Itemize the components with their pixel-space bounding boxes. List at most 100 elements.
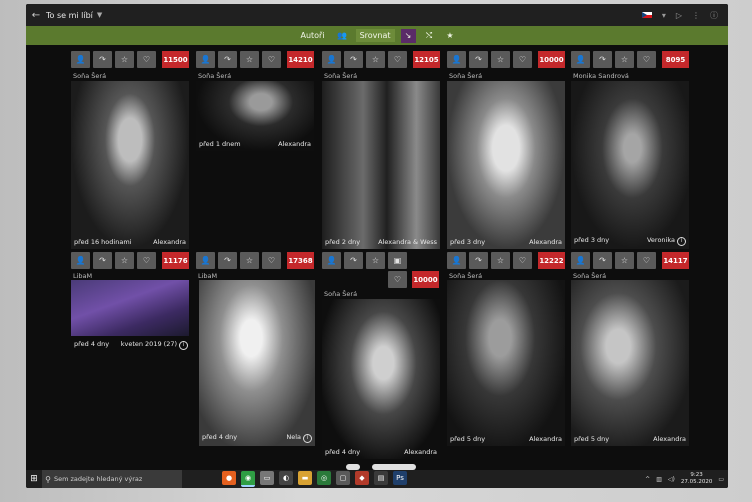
- help-icon[interactable]: ⓘ: [710, 10, 718, 21]
- user-icon[interactable]: 👤: [447, 252, 466, 269]
- star-icon[interactable]: ☆: [615, 51, 634, 68]
- app-icon[interactable]: ▤: [374, 471, 388, 485]
- network-icon[interactable]: ▥: [656, 476, 662, 483]
- photo-thumbnail[interactable]: před 5 dny Alexandra: [447, 280, 565, 446]
- photo-card[interactable]: 👤 ↷ ☆ ▣ ♡ 10000 Soňa Šerá před 4 dny Ale…: [322, 252, 442, 462]
- sort-direction-icon[interactable]: ↘: [400, 28, 416, 43]
- chevron-up-icon[interactable]: ^: [645, 476, 650, 483]
- play-icon[interactable]: ▷: [676, 11, 682, 20]
- info-icon[interactable]: i: [179, 341, 188, 350]
- author-name[interactable]: LibaM: [73, 272, 92, 280]
- photo-thumbnail[interactable]: před 16 hodinami Alexandra: [71, 81, 189, 249]
- authors-button[interactable]: Autoři: [296, 29, 328, 42]
- star-icon[interactable]: ★: [443, 29, 458, 43]
- sort-button[interactable]: Srovnat: [355, 29, 395, 42]
- heart-icon[interactable]: ♡: [137, 51, 156, 68]
- star-icon[interactable]: ☆: [491, 51, 510, 68]
- app-icon[interactable]: ◎: [317, 471, 331, 485]
- author-name[interactable]: LibaM: [198, 272, 217, 280]
- user-icon[interactable]: 👤: [322, 252, 341, 269]
- photo-thumbnail[interactable]: [71, 280, 189, 336]
- heart-icon[interactable]: ♡: [388, 271, 407, 288]
- author-name[interactable]: Soňa Šerá: [573, 272, 606, 280]
- app-icon[interactable]: ▭: [260, 471, 274, 485]
- author-name[interactable]: Soňa Šerá: [73, 72, 106, 80]
- notifications-icon[interactable]: ▭: [718, 476, 724, 483]
- share-icon[interactable]: ↷: [593, 252, 612, 269]
- taskbar-search[interactable]: ⚲ Sem zadejte hledaný výraz: [42, 470, 182, 488]
- heart-icon[interactable]: ♡: [637, 51, 656, 68]
- back-arrow-icon[interactable]: ←: [26, 10, 46, 21]
- heart-icon[interactable]: ♡: [637, 252, 656, 269]
- photo-card[interactable]: 👤 ↷ ☆ ♡ 14210 Soňa Šerá před 1 dnem Alex…: [196, 51, 316, 161]
- firefox-icon[interactable]: ●: [222, 471, 236, 485]
- photoshop-icon[interactable]: Ps: [393, 471, 407, 485]
- star-icon[interactable]: ☆: [366, 252, 385, 269]
- photo-card[interactable]: 👤 ↷ ☆ ♡ 12222 Soňa Šerá před 5 dny Alexa…: [447, 252, 567, 452]
- info-icon[interactable]: i: [677, 237, 686, 246]
- heart-icon[interactable]: ♡: [262, 252, 281, 269]
- shuffle-icon[interactable]: ⤭: [422, 29, 437, 43]
- photo-thumbnail[interactable]: před 3 dny Alexandra: [447, 81, 565, 249]
- share-icon[interactable]: ↷: [218, 252, 237, 269]
- user-icon[interactable]: 👤: [571, 51, 590, 68]
- user-icon[interactable]: 👤: [196, 51, 215, 68]
- photo-thumbnail[interactable]: před 4 dny Nela i: [199, 280, 315, 446]
- user-icon[interactable]: 👤: [196, 252, 215, 269]
- photo-thumbnail[interactable]: před 3 dny Veronika i: [571, 81, 689, 249]
- author-name[interactable]: Soňa Šerá: [449, 72, 482, 80]
- photo-card[interactable]: 👤 ↷ ☆ ♡ 10000 Soňa Šerá před 3 dny Alexa…: [447, 51, 567, 251]
- share-icon[interactable]: ↷: [469, 252, 488, 269]
- more-icon[interactable]: ⋮: [692, 11, 700, 20]
- gallery-icon[interactable]: ▣: [388, 252, 407, 269]
- info-icon[interactable]: i: [303, 434, 312, 443]
- share-icon[interactable]: ↷: [93, 252, 112, 269]
- photo-thumbnail[interactable]: před 1 dnem Alexandra: [196, 81, 314, 151]
- photo-card[interactable]: 👤 ↷ ☆ ♡ 12105 Soňa Šerá před 2 dny Alexa…: [322, 51, 442, 251]
- windows-start-icon[interactable]: ⊞: [26, 474, 42, 484]
- star-icon[interactable]: ☆: [491, 252, 510, 269]
- author-name[interactable]: Soňa Šerá: [324, 290, 357, 298]
- photo-thumbnail[interactable]: před 4 dny Alexandra: [322, 299, 440, 459]
- share-icon[interactable]: ↷: [593, 51, 612, 68]
- user-icon[interactable]: 👤: [322, 51, 341, 68]
- photo-thumbnail[interactable]: před 5 dny Alexandra: [571, 280, 689, 446]
- heart-icon[interactable]: ♡: [137, 252, 156, 269]
- share-icon[interactable]: ↷: [93, 51, 112, 68]
- share-icon[interactable]: ↷: [344, 51, 363, 68]
- photo-thumbnail[interactable]: před 2 dny Alexandra & Wess: [322, 81, 440, 249]
- app-icon[interactable]: ◆: [355, 471, 369, 485]
- czech-flag-icon[interactable]: [641, 12, 652, 18]
- star-icon[interactable]: ☆: [240, 252, 259, 269]
- chevron-down-icon[interactable]: ▾: [662, 11, 666, 20]
- star-icon[interactable]: ☆: [115, 252, 134, 269]
- heart-icon[interactable]: ♡: [388, 51, 407, 68]
- author-name[interactable]: Soňa Šerá: [324, 72, 357, 80]
- photo-card[interactable]: 👤 ↷ ☆ ♡ 8095 Monika Sandrová před 3 dny …: [571, 51, 691, 251]
- chevron-down-icon[interactable]: ▼: [97, 11, 102, 19]
- author-name[interactable]: Soňa Šerá: [449, 272, 482, 280]
- photo-card[interactable]: 👤 ↷ ☆ ♡ 14117 Soňa Šerá před 5 dny Alexa…: [571, 252, 691, 452]
- user-icon[interactable]: 👤: [447, 51, 466, 68]
- share-icon[interactable]: ↷: [218, 51, 237, 68]
- user-icon[interactable]: 👤: [71, 51, 90, 68]
- volume-icon[interactable]: ◁): [668, 476, 675, 483]
- star-icon[interactable]: ☆: [115, 51, 134, 68]
- share-icon[interactable]: ↷: [469, 51, 488, 68]
- users-icon[interactable]: 👥: [335, 29, 350, 43]
- star-icon[interactable]: ☆: [615, 252, 634, 269]
- share-icon[interactable]: ↷: [344, 252, 363, 269]
- photo-card[interactable]: 👤 ↷ ☆ ♡ 11500 Soňa Šerá před 16 hodinami…: [71, 51, 191, 251]
- user-icon[interactable]: 👤: [571, 252, 590, 269]
- clock[interactable]: 9:23 27.05.2020: [681, 472, 713, 486]
- star-icon[interactable]: ☆: [240, 51, 259, 68]
- heart-icon[interactable]: ♡: [513, 51, 532, 68]
- photo-card[interactable]: 👤 ↷ ☆ ♡ 17368 LibaM před 4 dny Nela i: [196, 252, 316, 452]
- heart-icon[interactable]: ♡: [262, 51, 281, 68]
- author-name[interactable]: Monika Sandrová: [573, 72, 629, 80]
- author-name[interactable]: Soňa Šerá: [198, 72, 231, 80]
- chrome-icon[interactable]: ◉: [241, 471, 255, 487]
- app-icon[interactable]: ▢: [336, 471, 350, 485]
- star-icon[interactable]: ☆: [366, 51, 385, 68]
- file-explorer-icon[interactable]: ▬: [298, 471, 312, 485]
